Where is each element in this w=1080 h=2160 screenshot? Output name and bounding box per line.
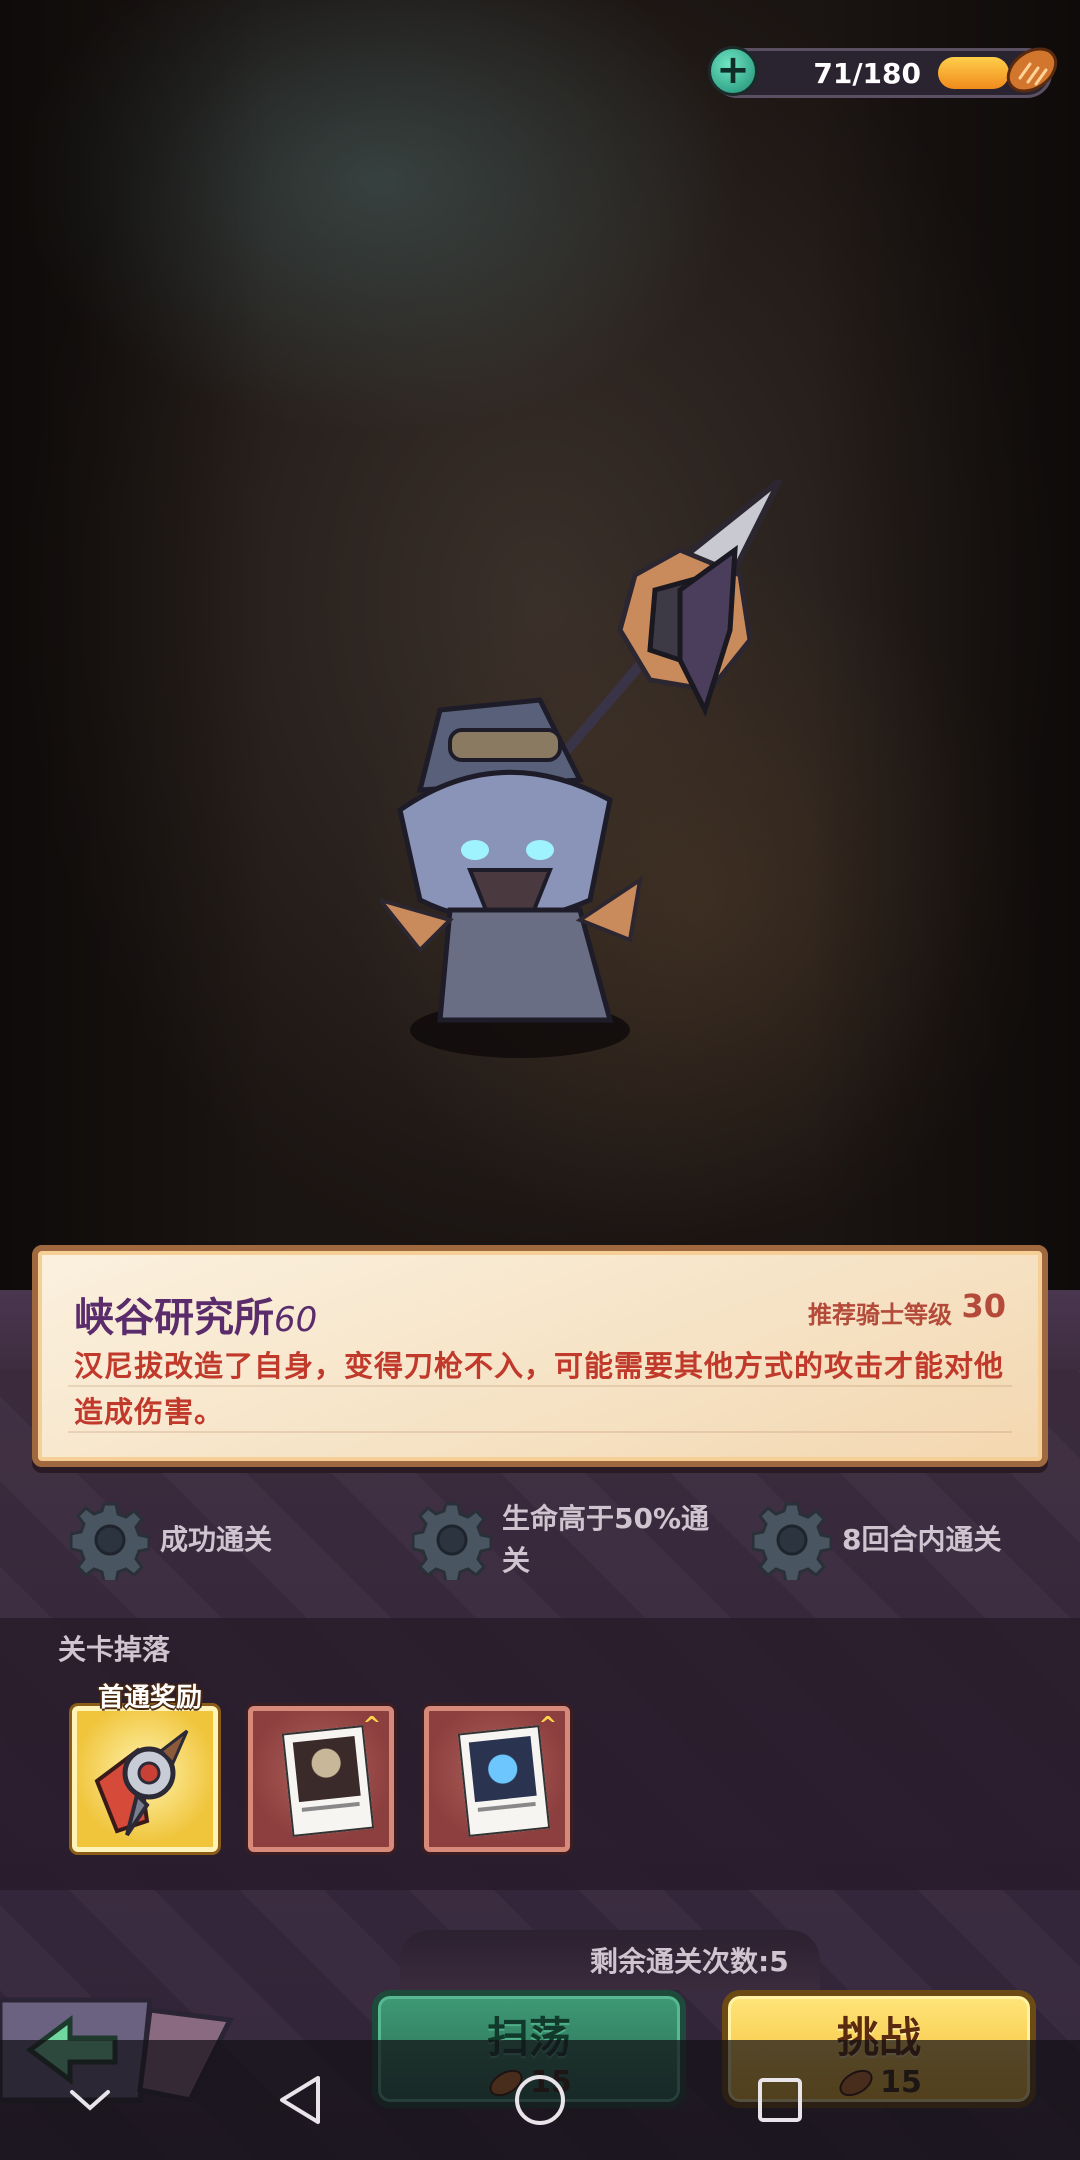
recommended-level-label: 推荐骑士等级 bbox=[808, 1301, 952, 1329]
back-triangle-icon[interactable] bbox=[260, 2060, 340, 2140]
recents-square-icon[interactable] bbox=[740, 2060, 820, 2140]
objective-text: 生命高于50%通 关 bbox=[502, 1502, 710, 1577]
stage-objectives: 成功通关 生命高于50%通 关 8回合内通关 bbox=[0, 1490, 1080, 1610]
stage-description: 汉尼拔改造了自身，变得刀枪不入，可能需要其他方式的攻击才能对他造成伤害。 bbox=[74, 1349, 1005, 1429]
photo-card-icon bbox=[457, 1724, 551, 1838]
objective-text: 8回合内通关 bbox=[842, 1523, 1002, 1556]
upgrade-arrow-icon: ^ bbox=[362, 1713, 381, 1738]
gear-icon bbox=[412, 1502, 492, 1580]
objective-rounds: 8回合内通关 bbox=[752, 1490, 1001, 1590]
objective-clear: 成功通关 bbox=[70, 1490, 272, 1590]
objective-hp: 生命高于50%通 关 bbox=[412, 1490, 709, 1590]
gear-icon bbox=[752, 1502, 832, 1580]
bread-icon bbox=[1006, 47, 1058, 93]
boss-character bbox=[380, 480, 783, 1058]
add-stamina-button[interactable]: + bbox=[708, 46, 758, 96]
drop-item-first-clear[interactable] bbox=[72, 1706, 218, 1852]
remaining-attempts: 剩余通关次数:5 bbox=[590, 1945, 789, 1978]
photo-card-icon bbox=[281, 1724, 375, 1838]
home-circle-icon[interactable] bbox=[500, 2060, 580, 2140]
upgrade-arrow-icon: ^ bbox=[538, 1713, 557, 1738]
drop-item-card[interactable]: ^ bbox=[248, 1706, 394, 1852]
stage-number: 60 bbox=[274, 1300, 318, 1340]
stage-info-panel: 峡谷研究所60 推荐骑士等级 30 汉尼拔改造了自身，变得刀枪不入，可能需要其他… bbox=[32, 1245, 1048, 1467]
chevron-down-icon[interactable] bbox=[50, 2060, 130, 2140]
recommended-level-value: 30 bbox=[961, 1287, 1006, 1325]
stage-name: 峡谷研究所 bbox=[74, 1295, 274, 1341]
spear-emblem-icon bbox=[94, 1729, 189, 1837]
objective-text: 成功通关 bbox=[160, 1523, 273, 1556]
gear-icon bbox=[70, 1502, 150, 1580]
first-clear-badge: 首通奖励 bbox=[97, 1683, 202, 1713]
drops-label: 关卡掉落 bbox=[58, 1633, 171, 1666]
drop-item-card[interactable]: ^ bbox=[424, 1706, 570, 1852]
stamina-text: 71/180 bbox=[813, 57, 921, 90]
stage-title: 峡谷研究所60 bbox=[74, 1285, 317, 1343]
